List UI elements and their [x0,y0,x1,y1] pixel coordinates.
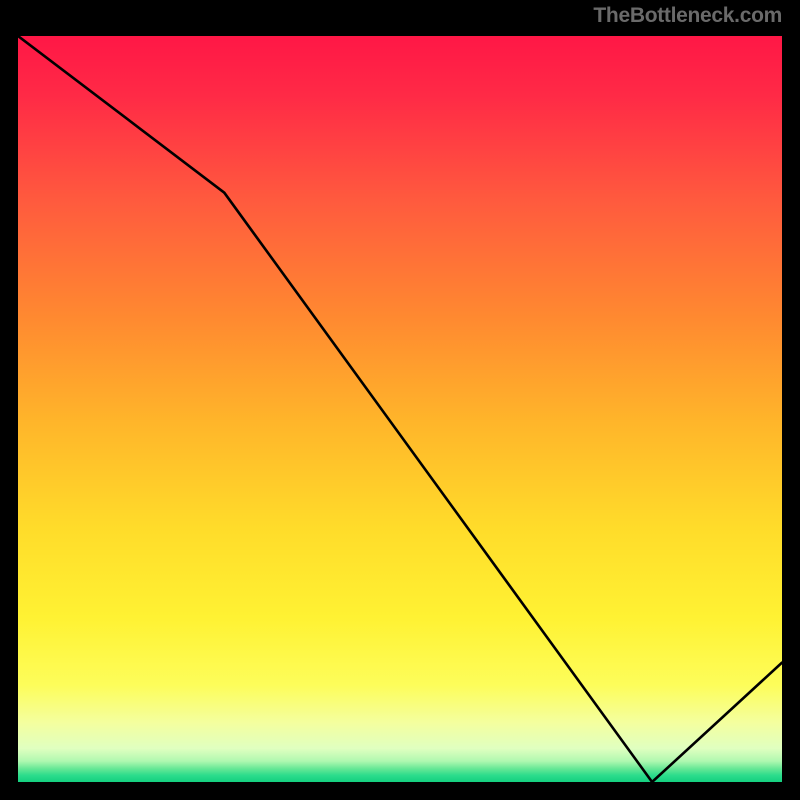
attribution-label: TheBottleneck.com [593,4,782,28]
chart-area [15,33,785,785]
chart-line [18,36,782,782]
